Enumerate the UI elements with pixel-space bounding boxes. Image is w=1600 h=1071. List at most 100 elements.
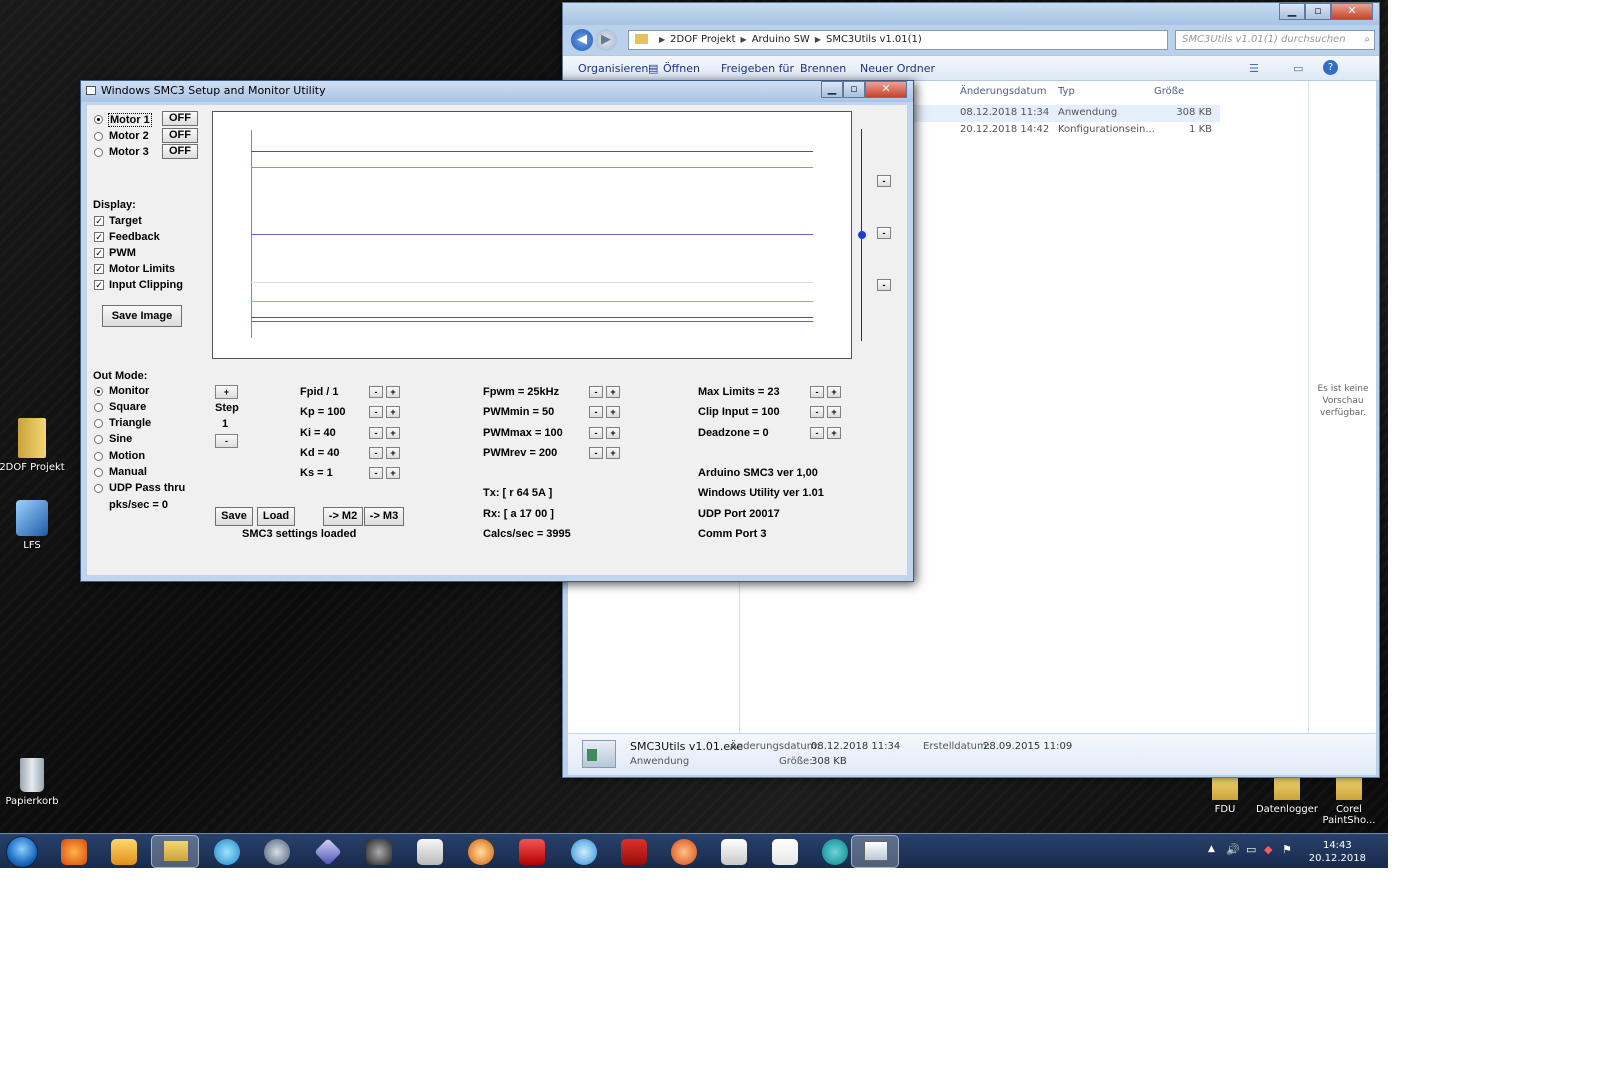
motor-1-toggle-button[interactable]: OFF [162,111,198,126]
column-header-date[interactable]: Änderungsdatum [960,86,1047,97]
clip-input-increase-button[interactable]: + [827,406,841,418]
volume-icon[interactable]: 🔊 [1226,843,1240,856]
checkbox-pwm[interactable]: ✓ [94,248,104,258]
motor-3-label[interactable]: Motor 3 [109,146,149,158]
breadcrumb-item[interactable]: 2DOF Projekt [670,34,735,45]
arduino-icon[interactable] [822,839,848,865]
back-button[interactable]: ◀ [571,29,593,51]
steam-icon[interactable] [264,839,290,865]
diamond-app-icon[interactable] [314,838,342,866]
out-mode-triangle-radio[interactable] [94,419,103,428]
max-limits-decrease-button[interactable]: - [810,386,824,398]
motor-1-label[interactable]: Motor 1 [108,113,152,127]
deadzone-decrease-button[interactable]: - [810,427,824,439]
clip-input-decrease-button[interactable]: - [810,406,824,418]
maximize-button[interactable]: ▫ [843,81,865,98]
pwmmax-increase-button[interactable]: + [606,427,620,439]
search-input[interactable]: SMC3Utils v1.01(1) durchsuchen ⌕ [1175,30,1375,50]
sync-app-icon[interactable] [772,839,798,865]
load-button[interactable]: Load [257,507,295,526]
motor-2-radio[interactable] [94,132,103,141]
network-icon[interactable]: ▭ [1246,843,1256,856]
motor-3-toggle-button[interactable]: OFF [162,144,198,159]
search-icon[interactable]: ⌕ [1364,31,1370,49]
breadcrumb-item[interactable]: SMC3Utils v1.01(1) [826,34,922,45]
position-slider-knob[interactable] [858,231,866,239]
kp-decrease-button[interactable]: - [369,406,383,418]
fpwm-increase-button[interactable]: + [606,386,620,398]
mail-icon[interactable] [721,839,747,865]
acrobat-icon[interactable] [621,839,647,865]
save-image-button[interactable]: Save Image [102,305,182,327]
help-icon[interactable]: ? [1323,60,1338,75]
desktop-icon-2dof-projekt[interactable]: 2DOF Projekt [0,418,72,473]
show-hidden-icons-icon[interactable]: ▲ [1208,844,1215,854]
motor-2-label[interactable]: Motor 2 [109,130,149,142]
deadzone-increase-button[interactable]: + [827,427,841,439]
fpid-decrease-button[interactable]: - [369,386,383,398]
motor-1-radio[interactable] [94,115,103,124]
security-icon[interactable]: ◆ [1264,843,1272,856]
cloud-app-icon[interactable] [571,839,597,865]
step-decrease-button[interactable]: - [215,434,238,448]
close-button[interactable]: ✕ [865,81,907,98]
fpid-increase-button[interactable]: + [386,386,400,398]
pwmmax-decrease-button[interactable]: - [589,427,603,439]
copy-to-m3-button[interactable]: -> M3 [364,507,404,526]
fpwm-decrease-button[interactable]: - [589,386,603,398]
forward-button[interactable]: ▶ [595,29,617,51]
clock[interactable]: 14:43 20.12.2018 [1309,839,1366,865]
toolbar-organisieren[interactable]: Organisieren [578,62,648,75]
uplay-icon[interactable] [214,839,240,865]
action-center-flag-icon[interactable]: ⚑ [1282,843,1292,856]
desktop-icon-corel-paintshop[interactable]: Corel PaintSho... [1309,778,1388,826]
ccleaner-icon[interactable] [468,839,494,865]
pwmmin-decrease-button[interactable]: - [589,406,603,418]
camera-app-icon[interactable] [366,839,392,865]
pwmrev-decrease-button[interactable]: - [589,447,603,459]
toolbar-freigeben[interactable]: Freigeben für [721,62,794,75]
red-app-icon[interactable] [519,839,545,865]
out-mode-square-radio[interactable] [94,403,103,412]
out-mode-manual-radio[interactable] [94,468,103,477]
out-mode-monitor-radio[interactable] [94,387,103,396]
minimize-button[interactable]: ▁ [821,81,843,98]
pwmmin-increase-button[interactable]: + [606,406,620,418]
kd-increase-button[interactable]: + [386,447,400,459]
plot-scale-top-button[interactable]: - [877,175,891,187]
checkbox-input-clipping[interactable]: ✓ [94,280,104,290]
desktop-icon-lfs[interactable]: LFS [0,500,72,551]
desktop-icon-papierkorb[interactable]: Papierkorb [0,758,72,807]
origin-icon[interactable] [671,839,697,865]
motor-3-radio[interactable] [94,148,103,157]
out-mode-udp-radio[interactable] [94,484,103,493]
step-increase-button[interactable]: + [215,385,238,399]
save-button[interactable]: Save [215,507,253,526]
checkbox-motor-limits[interactable]: ✓ [94,264,104,274]
firefox-icon[interactable] [61,839,87,865]
column-header-type[interactable]: Typ [1058,86,1075,97]
address-bar[interactable]: ▶ 2DOF Projekt ▶ Arduino SW ▶ SMC3Utils v1.01… [628,30,1168,50]
kd-decrease-button[interactable]: - [369,447,383,459]
smc3-taskbar-button[interactable] [851,835,899,868]
ki-increase-button[interactable]: + [386,427,400,439]
media-player-icon[interactable] [417,839,443,865]
start-button-icon[interactable] [6,836,38,868]
ki-decrease-button[interactable]: - [369,427,383,439]
out-mode-motion-radio[interactable] [94,452,103,461]
motor-2-toggle-button[interactable]: OFF [162,128,198,143]
ks-increase-button[interactable]: + [386,467,400,479]
plot-scale-bottom-button[interactable]: - [877,279,891,291]
toolbar-neuer-ordner[interactable]: Neuer Ordner [860,62,935,75]
toolbar-oeffnen[interactable]: Öffnen [663,62,700,75]
view-options-icon[interactable]: ☰ [1249,62,1259,75]
max-limits-increase-button[interactable]: + [827,386,841,398]
checkbox-feedback[interactable]: ✓ [94,232,104,242]
close-button[interactable]: ✕ [1331,3,1373,20]
breadcrumb-item[interactable]: Arduino SW [752,34,810,45]
plot-scale-mid-button[interactable]: - [877,227,891,239]
copy-to-m2-button[interactable]: -> M2 [323,507,363,526]
kp-increase-button[interactable]: + [386,406,400,418]
out-mode-sine-radio[interactable] [94,435,103,444]
toolbar-brennen[interactable]: Brennen [800,62,846,75]
